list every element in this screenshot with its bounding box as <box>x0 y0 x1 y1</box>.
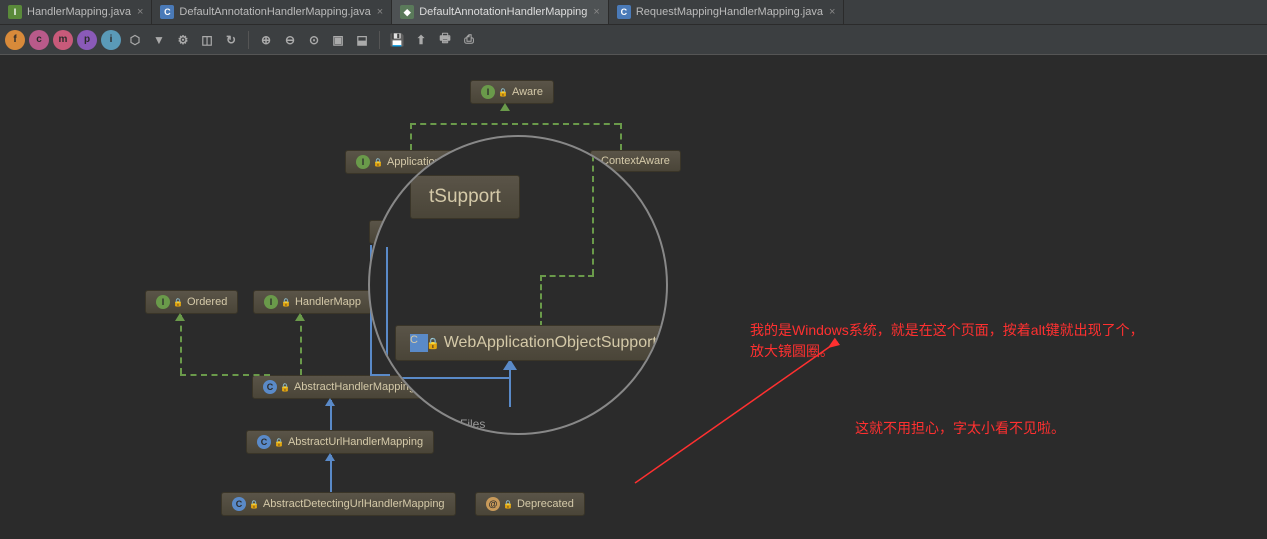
connector <box>410 123 620 125</box>
inner-button[interactable]: i <box>101 30 121 50</box>
interface-icon: I <box>264 295 278 309</box>
node-abstract-url-handler-mapping[interactable]: C🔒 AbstractUrlHandlerMapping <box>246 430 434 454</box>
close-icon[interactable]: × <box>593 6 599 18</box>
node-label: AbstractDetectingUrlHandlerMapping <box>263 498 445 510</box>
tab-requestmapping[interactable]: C RequestMappingHandlerMapping.java × <box>609 0 845 24</box>
node-abstract-detecting-url[interactable]: C🔒 AbstractDetectingUrlHandlerMapping <box>221 492 456 516</box>
preview-icon[interactable]: ⎙ <box>459 30 479 50</box>
arrow-icon <box>295 313 305 321</box>
interface-icon: I <box>481 85 495 99</box>
tab-default-annotation-java[interactable]: C DefaultAnnotationHandlerMapping.java × <box>152 0 392 24</box>
magnified-files-label: Files <box>460 417 485 431</box>
tab-bar: I HandlerMapping.java × C DefaultAnnotat… <box>0 0 1267 25</box>
magnified-node-webappsupport: C🔒 WebApplicationObjectSupport <box>395 325 668 361</box>
methods-button[interactable]: m <box>53 30 73 50</box>
close-icon[interactable]: × <box>829 6 835 18</box>
refresh-icon[interactable]: ↻ <box>221 30 241 50</box>
lock-icon: 🔒 <box>274 438 284 447</box>
interface-icon: I <box>356 155 370 169</box>
lock-icon: 🔒 <box>503 500 513 509</box>
connector <box>540 275 594 277</box>
lock-icon: 🔒 <box>173 298 183 307</box>
diagram-canvas[interactable]: I🔒 Aware I🔒 ApplicationCont ContextAware… <box>0 55 1267 539</box>
class-icon: C <box>232 497 246 511</box>
magnified-node-support: tSupport <box>410 175 520 219</box>
interface-icon: I <box>8 5 22 19</box>
fields-button[interactable]: f <box>5 30 25 50</box>
connector <box>300 315 302 375</box>
node-handlermapping[interactable]: I🔒 HandlerMapp <box>253 290 372 314</box>
arrow-icon <box>325 453 335 461</box>
lock-icon: 🔒 <box>281 298 291 307</box>
class-icon: C <box>263 380 277 394</box>
annotation-icon: @ <box>486 497 500 511</box>
connector <box>540 275 542 327</box>
tab-label: RequestMappingHandlerMapping.java <box>636 6 823 18</box>
separator <box>379 31 380 49</box>
connector <box>386 377 510 379</box>
diagram-icon: ◆ <box>400 5 414 19</box>
node-label: HandlerMapp <box>295 296 361 308</box>
settings-icon[interactable]: ⚙ <box>173 30 193 50</box>
node-label: tSupport <box>429 186 501 208</box>
tab-label: DefaultAnnotationHandlerMapping <box>419 6 587 18</box>
lock-icon: 🔒 <box>498 88 508 97</box>
node-deprecated[interactable]: @🔒 Deprecated <box>475 492 585 516</box>
connector <box>386 247 388 377</box>
node-aware[interactable]: I🔒 Aware <box>470 80 554 104</box>
layout-icon[interactable]: ◫ <box>197 30 217 50</box>
tab-handlermapping[interactable]: I HandlerMapping.java × <box>0 0 152 24</box>
tab-label: HandlerMapping.java <box>27 6 131 18</box>
zoom-out-icon[interactable]: ⊖ <box>280 30 300 50</box>
node-label: Ordered <box>187 296 227 308</box>
zoom-actual-icon[interactable]: ⊙ <box>304 30 324 50</box>
arrow-icon <box>175 313 185 321</box>
tab-label: DefaultAnnotationHandlerMapping.java <box>179 6 370 18</box>
annotation-text-1: 我的是Windows系统，就是在这个页面，按着alt键就出现了个，放大镜圆圈。 <box>750 320 1150 362</box>
node-label: Aware <box>512 86 543 98</box>
fit-content-icon[interactable]: ▣ <box>328 30 348 50</box>
class-icon: C <box>617 5 631 19</box>
close-icon[interactable]: × <box>377 6 383 18</box>
separator <box>248 31 249 49</box>
class-icon: C <box>257 435 271 449</box>
arrow-icon <box>500 103 510 111</box>
close-icon[interactable]: × <box>137 6 143 18</box>
connector <box>180 315 182 374</box>
filter-icon[interactable]: ▼ <box>149 30 169 50</box>
lock-icon: 🔒 <box>280 383 290 392</box>
toolbar: f c m p i ⬡ ▼ ⚙ ◫ ↻ ⊕ ⊖ ⊙ ▣ ⬓ 💾 ⬆ 🖶 ⎙ <box>0 25 1267 55</box>
arrow-icon <box>325 398 335 406</box>
lock-icon: 🔒 <box>426 337 440 350</box>
interface-icon: I <box>156 295 170 309</box>
node-label: WebApplicationObjectSupport <box>444 334 657 352</box>
tab-default-annotation-diagram[interactable]: ◆ DefaultAnnotationHandlerMapping × <box>392 0 609 24</box>
lock-icon: 🔒 <box>249 500 259 509</box>
properties-button[interactable]: p <box>77 30 97 50</box>
magnifier-lens: tSupport C🔒 WebApplicationObjectSupport … <box>368 135 668 435</box>
node-label: Deprecated <box>517 498 574 510</box>
print-icon[interactable]: 🖶 <box>435 30 455 50</box>
export-icon[interactable]: ⬆ <box>411 30 431 50</box>
zoom-in-icon[interactable]: ⊕ <box>256 30 276 50</box>
dependency-icon[interactable]: ⬡ <box>125 30 145 50</box>
node-ordered[interactable]: I🔒 Ordered <box>145 290 238 314</box>
save-icon[interactable]: 💾 <box>387 30 407 50</box>
class-icon: C <box>160 5 174 19</box>
constructors-button[interactable]: c <box>29 30 49 50</box>
apply-layout-icon[interactable]: ⬓ <box>352 30 372 50</box>
connector <box>592 145 594 275</box>
node-label: AbstractUrlHandlerMapping <box>288 436 423 448</box>
annotation-text-2: 这就不用担心，字太小看不见啦。 <box>855 418 1065 439</box>
